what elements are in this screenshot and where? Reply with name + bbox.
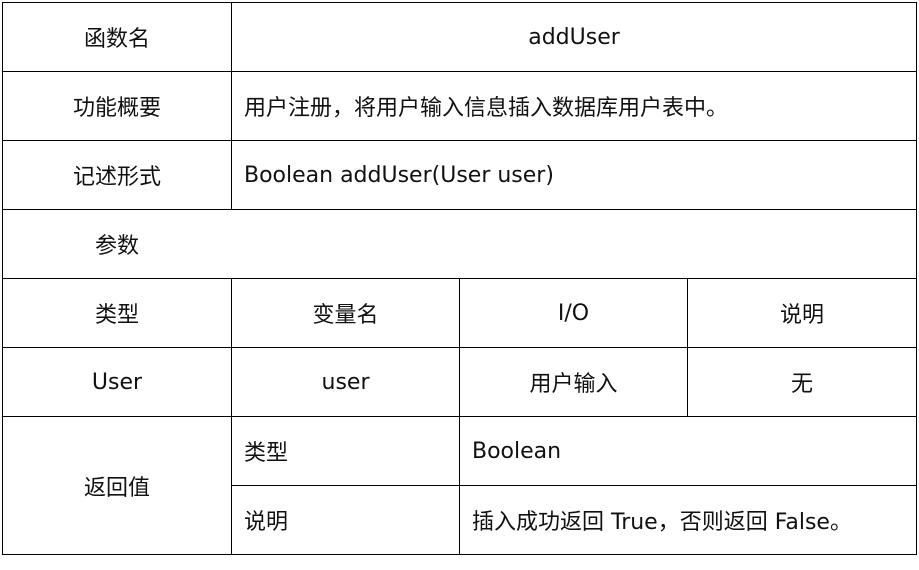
function-spec-table: 函数名 addUser 功能概要 用户注册，将用户输入信息插入数据库用户表中。 …: [1, 2, 918, 555]
param-name-cell: user: [231, 347, 460, 417]
params-header-name: 变量名: [231, 278, 460, 348]
signature-value: Boolean addUser(User user): [230, 140, 918, 210]
signature-row: 记述形式 Boolean addUser(User user): [2, 140, 918, 210]
return-type-value: Boolean: [458, 416, 918, 486]
params-header-row: 类型 变量名 I/O 说明: [2, 278, 918, 348]
return-value-label: 返回值: [2, 416, 232, 555]
function-name-label: 函数名: [2, 2, 232, 72]
return-type-label: 类型: [231, 416, 460, 486]
function-name-value: addUser: [230, 2, 918, 72]
summary-value: 用户注册，将用户输入信息插入数据库用户表中。: [230, 71, 918, 141]
params-header-type: 类型: [2, 278, 232, 348]
return-type-row: 返回值 类型 Boolean: [2, 416, 918, 555]
params-header-io: I/O: [459, 278, 688, 348]
param-type-cell: User: [2, 347, 232, 417]
params-title: 参数: [1, 209, 918, 279]
param-desc-cell: 无: [686, 347, 918, 417]
summary-label: 功能概要: [2, 71, 232, 141]
summary-row: 功能概要 用户注册，将用户输入信息插入数据库用户表中。: [2, 71, 918, 141]
return-desc-label: 说明: [231, 485, 460, 555]
param-io-cell: 用户输入: [459, 347, 688, 417]
return-desc-value: 插入成功返回 True，否则返回 False。: [458, 485, 918, 555]
params-header-desc: 说明: [686, 278, 918, 348]
signature-label: 记述形式: [2, 140, 232, 210]
function-name-row: 函数名 addUser: [2, 2, 918, 72]
params-data-row: User user 用户输入 无: [2, 347, 918, 417]
params-title-row: 参数: [1, 209, 918, 279]
